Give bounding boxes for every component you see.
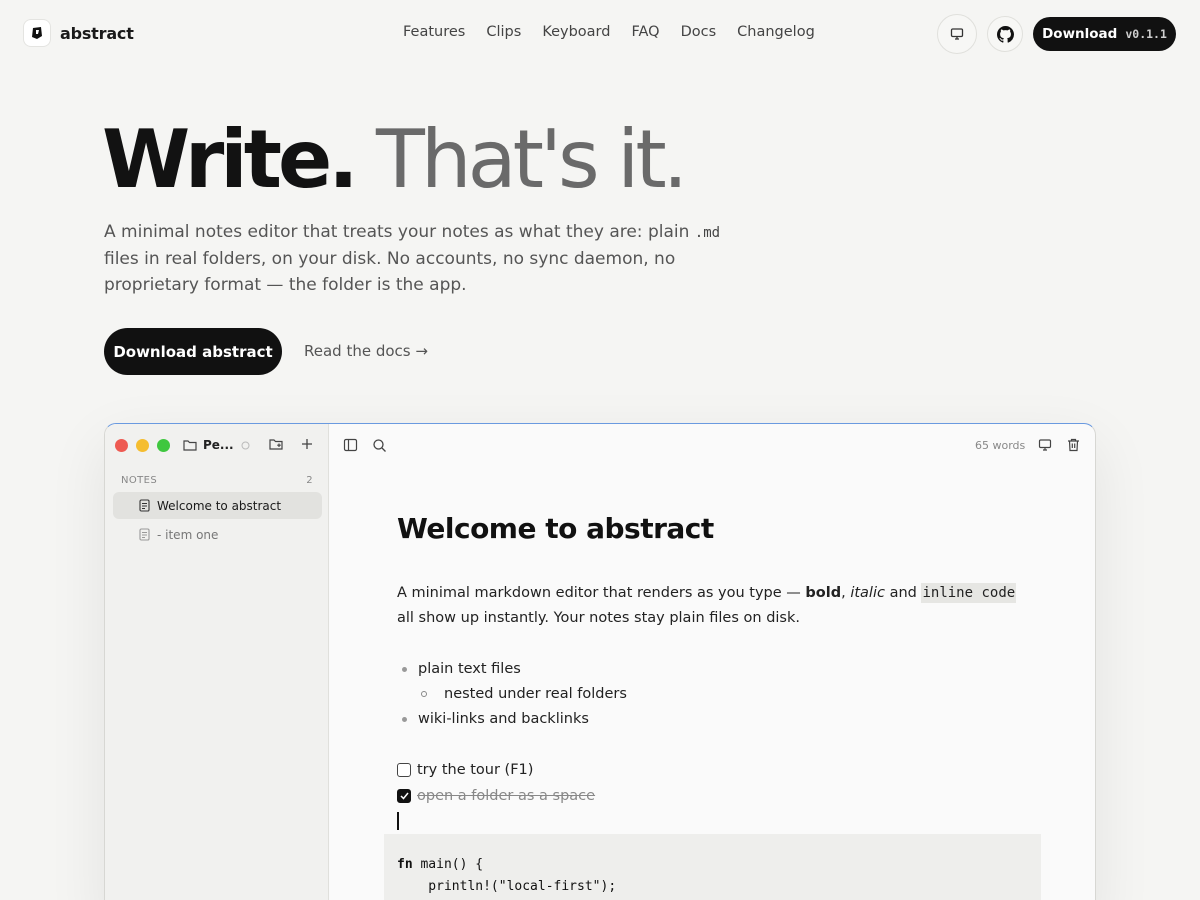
para-text-2: all show up instantly. Your notes stay p… — [397, 610, 800, 626]
monitor-icon — [1038, 439, 1052, 451]
download-label: Download — [1042, 26, 1118, 42]
sync-status-icon — [241, 441, 250, 450]
bullet-ring — [421, 691, 427, 697]
hero-title-bold: Write. — [102, 113, 359, 206]
para-text: A minimal markdown editor that renders a… — [397, 585, 806, 601]
task-checkbox[interactable] — [397, 763, 411, 777]
folder-name: Pe... — [203, 438, 234, 452]
nav-link-clips[interactable]: Clips — [486, 24, 521, 40]
top-nav: abstract Features Clips Keyboard FAQ Doc… — [0, 0, 1200, 68]
list-item-text: nested under real folders — [444, 686, 627, 702]
task-item-done: open a folder as a space — [397, 788, 595, 804]
note-item-item-one[interactable]: - item one — [113, 521, 322, 548]
close-window-button[interactable] — [115, 439, 128, 452]
notes-count: 2 — [306, 475, 313, 486]
nav-link-faq[interactable]: FAQ — [631, 24, 659, 40]
list-item: plain text files — [402, 661, 521, 677]
doc-heading: Welcome to abstract — [397, 512, 714, 545]
word-count: 65 words — [975, 439, 1026, 452]
text-cursor — [397, 812, 399, 830]
hero-subtitle-text: A minimal notes editor that treats your … — [104, 222, 695, 242]
para-italic: italic — [850, 585, 885, 601]
new-note-button[interactable] — [301, 437, 313, 451]
new-folder-button[interactable] — [269, 437, 284, 451]
note-icon — [139, 499, 150, 512]
bullet-dot — [402, 716, 407, 722]
toggle-sidebar-button[interactable] — [343, 438, 358, 452]
nav-download-button[interactable]: Download v0.1.1 — [1033, 17, 1176, 51]
code-line: main() { — [412, 857, 484, 872]
task-item: try the tour (F1) — [397, 762, 533, 778]
hero-subtitle: A minimal notes editor that treats your … — [104, 219, 744, 298]
note-icon — [139, 528, 150, 541]
theme-toggle-button[interactable] — [937, 14, 977, 54]
brand-name: abstract — [60, 23, 134, 43]
version-badge: v0.1.1 — [1125, 27, 1167, 41]
code-keyword: fn — [397, 857, 413, 872]
note-title: Welcome to abstract — [157, 498, 282, 513]
md-extension-code: .md — [694, 225, 721, 241]
plus-icon — [302, 439, 312, 449]
search-icon — [373, 439, 386, 452]
brand[interactable]: abstract — [24, 20, 134, 46]
brand-logo-icon — [24, 20, 50, 46]
hero-title: Write. That's it. — [102, 112, 688, 208]
code-line: println!("local-first"); — [397, 879, 617, 894]
github-icon — [996, 25, 1014, 43]
list-item-text: plain text files — [418, 661, 521, 677]
list-item: wiki-links and backlinks — [402, 711, 589, 727]
minimize-window-button[interactable] — [136, 439, 149, 452]
notes-header-label: NOTES — [121, 475, 158, 486]
app-preview-window: Pe... NOTES 2 Welcome to abstract - item… — [104, 423, 1096, 900]
list-item-text: wiki-links and backlinks — [418, 711, 589, 727]
bullet-dot — [402, 666, 407, 672]
code-block: fn main() { println!("local-first"); — [384, 834, 1041, 900]
notes-section-header: NOTES 2 — [121, 475, 313, 486]
note-item-welcome[interactable]: Welcome to abstract — [113, 492, 322, 519]
nav-links: Features Clips Keyboard FAQ Docs Changel… — [403, 24, 836, 40]
doc-paragraph: A minimal markdown editor that renders a… — [397, 581, 1017, 631]
sidebar: Pe... NOTES 2 Welcome to abstract - item… — [105, 424, 329, 900]
trash-icon — [1068, 438, 1079, 452]
nav-link-keyboard[interactable]: Keyboard — [542, 24, 610, 40]
sidebar-icon — [343, 438, 358, 452]
task-text: open a folder as a space — [417, 788, 596, 804]
search-button[interactable] — [372, 438, 387, 453]
read-docs-link[interactable]: Read the docs → — [304, 342, 428, 360]
para-bold: bold — [805, 585, 842, 601]
nav-link-docs[interactable]: Docs — [681, 24, 717, 40]
folder-plus-icon — [269, 439, 283, 450]
para-and: and — [884, 585, 922, 601]
para-comma: , — [841, 585, 851, 601]
nav-link-changelog[interactable]: Changelog — [737, 24, 815, 40]
hero-subtitle-text-2: files in real folders, on your disk. No … — [104, 249, 676, 295]
maximize-window-button[interactable] — [157, 439, 170, 452]
task-text: try the tour (F1) — [417, 762, 534, 778]
download-abstract-button[interactable]: Download abstract — [104, 328, 282, 375]
monitor-icon — [950, 28, 964, 40]
nested-list-item: nested under real folders — [421, 686, 627, 702]
task-checkbox-checked[interactable] — [397, 789, 411, 803]
para-inline-code: inline code — [921, 583, 1017, 603]
folder-switcher[interactable]: Pe... — [183, 438, 234, 452]
presentation-mode-button[interactable] — [1038, 438, 1052, 452]
delete-note-button[interactable] — [1067, 438, 1080, 452]
nav-link-features[interactable]: Features — [403, 24, 465, 40]
folder-icon — [183, 440, 197, 451]
note-title: - item one — [157, 527, 219, 542]
hero-title-light: That's it. — [376, 113, 688, 206]
checkmark-icon — [399, 792, 409, 800]
github-button[interactable] — [987, 16, 1023, 52]
